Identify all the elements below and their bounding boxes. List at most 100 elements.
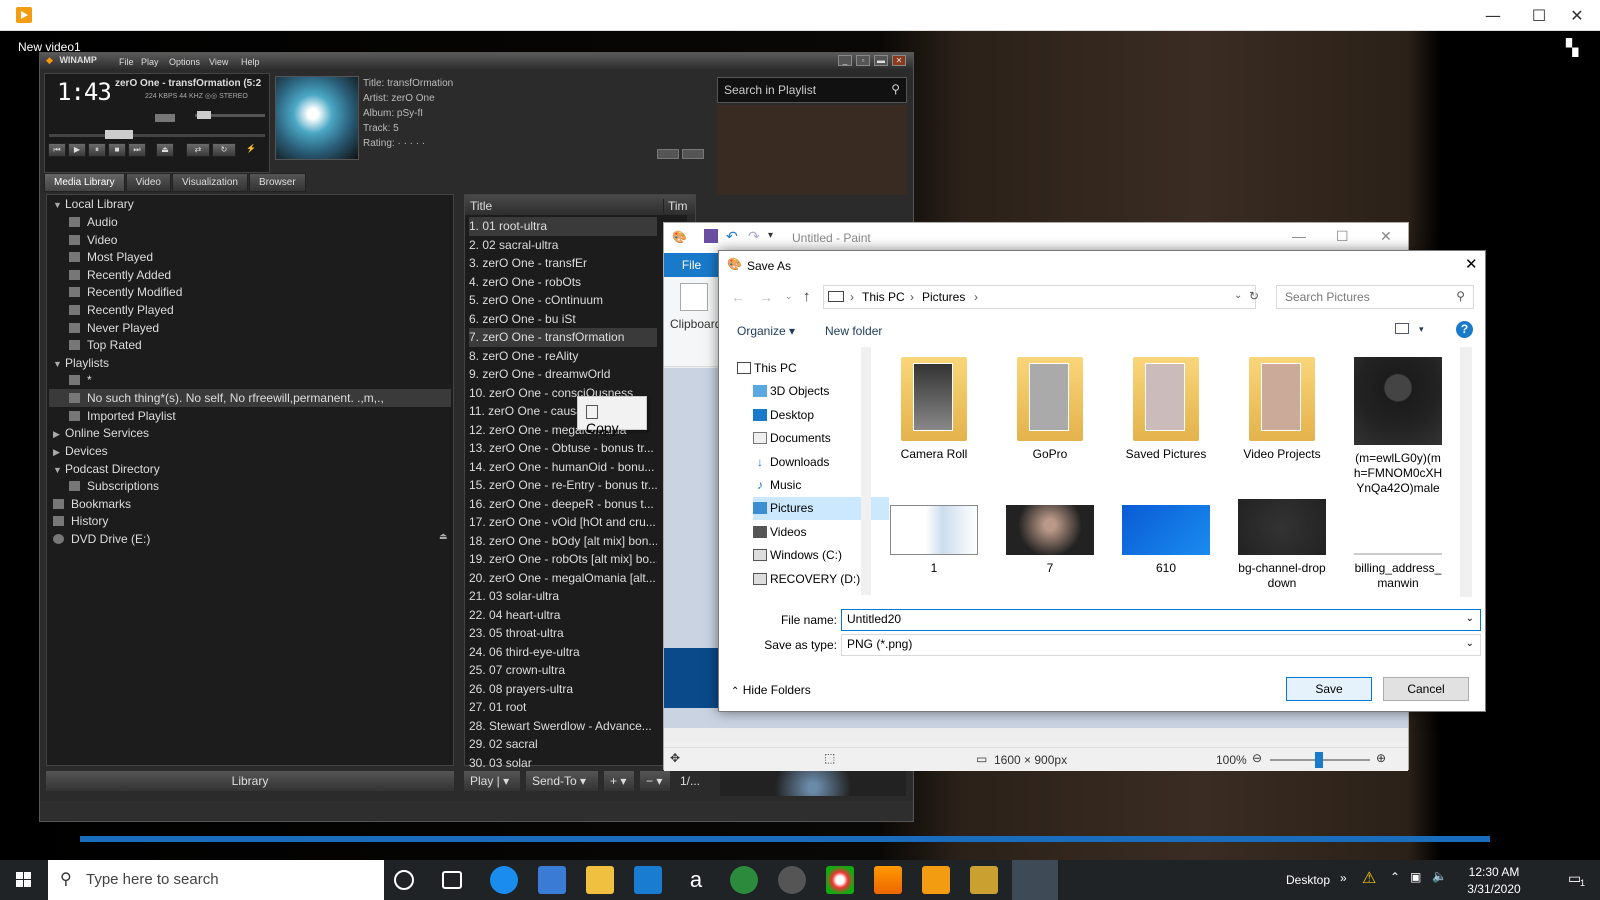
tab-media-library[interactable]: Media Library <box>44 173 125 192</box>
image-profile[interactable]: (m=ewlLG0y)(m h=FMNOM0cXH YnQa42O)male <box>1348 357 1448 496</box>
play-button[interactable]: Play | ▾ <box>464 771 520 791</box>
tree-local-library[interactable]: ▼ Local Library <box>53 195 134 213</box>
playlist-row[interactable]: 18. zerO One - bOdy [alt mix] bon... <box>469 532 657 551</box>
playlist-row[interactable]: 15. zerO One - re-Entry - bonus tr... <box>469 476 657 495</box>
playlist-row[interactable]: 3. zerO One - transfEr <box>469 254 657 273</box>
quick-access-dropdown-icon[interactable]: ▾ <box>768 230 773 241</box>
chevron-up-icon[interactable]: » <box>1340 871 1347 885</box>
library-button[interactable]: Library <box>46 771 454 791</box>
refresh-icon[interactable]: ↻ <box>1249 289 1259 303</box>
paint-close-button[interactable]: ✕ <box>1380 228 1392 245</box>
tripadvisor-icon[interactable] <box>730 866 758 894</box>
column-title[interactable]: Title <box>470 199 492 213</box>
file-explorer-icon[interactable] <box>586 866 614 894</box>
tree-history[interactable]: History <box>53 512 108 530</box>
zoom-out-button[interactable]: ⊖ <box>1252 751 1262 765</box>
playlist-row[interactable]: 2. 02 sacral-ultra <box>469 236 657 255</box>
tree-top-rated[interactable]: Top Rated <box>69 336 142 354</box>
horizontal-scrollbar[interactable] <box>664 728 1408 742</box>
playlist-row[interactable]: 23. 05 throat-ultra <box>469 624 657 643</box>
address-bar[interactable]: › This PC › Pictures › ⌄ <box>823 285 1256 309</box>
playlist-row[interactable]: 27. 01 root <box>469 698 657 717</box>
network-icon[interactable]: ▣ <box>1410 870 1421 884</box>
tree-never-played[interactable]: Never Played <box>69 319 159 337</box>
paint-file-tab[interactable]: File <box>664 253 719 277</box>
warning-icon[interactable]: ⚠ <box>1362 868 1376 888</box>
pause-icon[interactable]: ⏸ <box>88 143 106 157</box>
file-name-input[interactable]: Untitled20 ⌄ <box>841 609 1481 631</box>
tree-bookmarks[interactable]: Bookmarks <box>53 495 131 513</box>
eject-drive-icon[interactable]: ⏏ <box>439 531 448 542</box>
playback-time[interactable]: 1:43 <box>57 78 112 106</box>
undo-icon[interactable]: ↶ <box>726 228 738 245</box>
add-button[interactable]: + ▾ <box>604 771 634 791</box>
save-icon[interactable] <box>704 229 718 243</box>
tree-dvd-drive[interactable]: DVD Drive (E:) <box>53 530 150 548</box>
clock-date[interactable]: 3/31/2020 <box>1462 882 1526 896</box>
tree-playlist-star[interactable]: * <box>69 371 92 389</box>
chrome-icon[interactable] <box>826 866 854 894</box>
playlist-row[interactable]: 4. zerO One - robOts <box>469 273 657 292</box>
balance-handle[interactable] <box>197 111 211 119</box>
stop-icon[interactable]: ■ <box>108 143 126 157</box>
breadcrumb-pictures[interactable]: Pictures <box>922 290 965 304</box>
playlist-row[interactable]: 13. zerO One - Obtuse - bonus tr... <box>469 439 657 458</box>
folder-saved-pictures[interactable]: Saved Pictures <box>1116 357 1216 462</box>
help-icon[interactable]: ? <box>1456 321 1473 338</box>
playlist-row[interactable]: 17. zerO One - vOid [hOt and cru... <box>469 513 657 532</box>
menu-options[interactable]: Options <box>169 57 200 67</box>
playlist-row[interactable]: 20. zerO One - megalOmania [alt... <box>469 569 657 588</box>
paint-titlebar[interactable]: 🎨 ↶ ↷ ▾ Untitled - Paint — ☐ ✕ <box>664 223 1408 253</box>
winamp-close-button[interactable]: ✕ <box>892 55 906 66</box>
paint-minimize-button[interactable]: — <box>1292 228 1306 244</box>
seek-bar[interactable] <box>49 134 265 137</box>
clock-time[interactable]: 12:30 AM <box>1462 865 1526 879</box>
tab-visualization[interactable]: Visualization <box>172 173 248 192</box>
desktop-toolbar[interactable]: Desktop <box>1286 873 1330 887</box>
playlist-row[interactable]: 9. zerO One - dreamwOrld <box>469 365 657 384</box>
playlist-row[interactable]: 29. 02 sacral <box>469 735 657 754</box>
tree-playlist-selected[interactable]: No such thing*(s). No self, No rfreewill… <box>49 389 451 407</box>
task-view-icon[interactable] <box>442 871 462 889</box>
winamp-minimize-button[interactable]: _ <box>838 55 852 66</box>
taskbar-search-input[interactable]: ⚲ Type here to search <box>48 860 384 900</box>
tree-most-played[interactable]: Most Played <box>69 248 153 266</box>
tab-video[interactable]: Video <box>125 173 171 192</box>
seek-handle[interactable] <box>105 130 133 139</box>
previous-icon[interactable]: ⏮ <box>48 143 66 157</box>
volume-icon[interactable]: 🔈 <box>1432 869 1447 883</box>
show-hidden-icons-icon[interactable]: ⌃ <box>1390 870 1400 884</box>
close-button[interactable]: ✕ <box>1554 0 1600 31</box>
search-icon[interactable]: ⚲ <box>891 82 900 96</box>
next-icon[interactable]: ⏭ <box>128 143 146 157</box>
winamp-icon[interactable] <box>970 866 998 894</box>
save-as-titlebar[interactable]: 🎨 Save As ✕ <box>719 251 1485 279</box>
cancel-button[interactable]: Cancel <box>1383 677 1469 701</box>
nav-scrollbar[interactable] <box>861 347 871 595</box>
paint-taskbar-icon[interactable] <box>1012 860 1058 900</box>
winamp-titlebar[interactable]: ◆ WINAMP File Play Options View Help _ ▫… <box>40 53 913 69</box>
tree-recently-added[interactable]: Recently Added <box>69 266 171 284</box>
volume-slider[interactable] <box>155 114 175 122</box>
search-icon[interactable]: ⚲ <box>1456 289 1465 303</box>
tree-imported-playlist[interactable]: Imported Playlist <box>69 407 176 425</box>
playlist-row[interactable]: 25. 07 crown-ultra <box>469 661 657 680</box>
search-pictures-input[interactable]: Search Pictures ⚲ <box>1276 285 1474 309</box>
playlist-row[interactable]: 19. zerO One - robOts [alt mix] bo... <box>469 550 657 569</box>
webcam-icon[interactable] <box>778 866 806 894</box>
playlist-row[interactable]: 5. zerO One - cOntinuum <box>469 291 657 310</box>
save-type-dropdown-icon[interactable]: ⌄ <box>1466 638 1474 649</box>
mail-icon[interactable] <box>634 866 662 894</box>
organize-button[interactable]: Organize ▾ <box>737 324 795 338</box>
tree-recently-played[interactable]: Recently Played <box>69 301 174 319</box>
save-button[interactable]: Save <box>1286 677 1372 701</box>
amazon-icon[interactable]: a <box>682 866 710 894</box>
hide-folders-button[interactable]: ⌃ Hide Folders <box>731 683 811 697</box>
meta-rating[interactable]: Rating: · · · · · <box>363 136 453 151</box>
info-toggle-button[interactable] <box>657 149 679 159</box>
tree-subscriptions[interactable]: Subscriptions <box>69 477 159 495</box>
forward-icon[interactable]: → <box>759 289 773 305</box>
view-options-icon[interactable] <box>1395 323 1409 334</box>
shuffle-icon[interactable]: ⇄ <box>186 143 210 157</box>
tree-online-services[interactable]: ▶ Online Services <box>53 424 149 442</box>
